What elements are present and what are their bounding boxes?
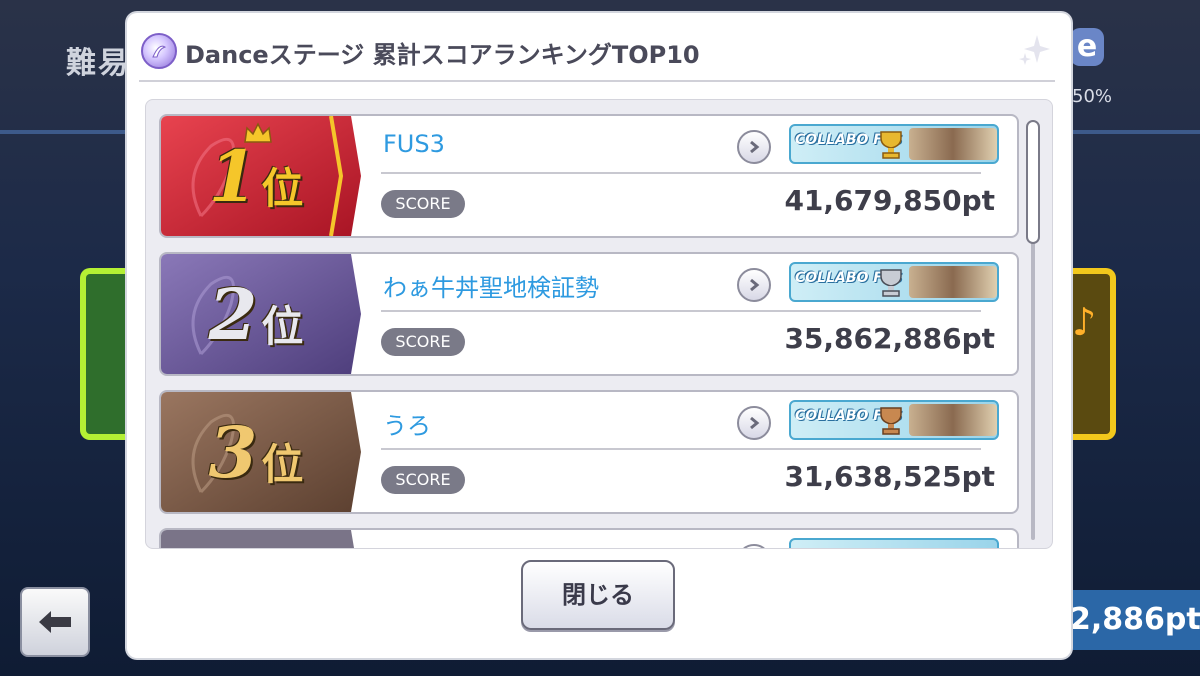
close-button[interactable]: 閉じる	[521, 560, 675, 630]
rank-label: 2位	[161, 254, 351, 374]
rank-suffix: 位	[261, 439, 304, 489]
player-detail-button[interactable]	[737, 544, 771, 548]
ranking-row[interactable]: 3位 うろ COLLABO FES SCORE 31,638,525pt	[159, 390, 1019, 514]
crown-icon	[244, 122, 272, 143]
rank-badge: 3位	[161, 392, 371, 512]
back-arrow-icon	[39, 611, 71, 633]
ranking-dialog: Danceステージ 累計スコアランキングTOP10 1位 FUS3 COLLAB…	[127, 13, 1071, 658]
score-tag: SCORE	[381, 466, 465, 494]
sparkle-icon	[1017, 33, 1051, 71]
chevron-right-icon	[750, 140, 760, 154]
chevron-right-icon	[750, 416, 760, 430]
chevron-right-icon	[750, 278, 760, 292]
score-tag: SCORE	[381, 328, 465, 356]
row-divider	[381, 448, 981, 450]
row-divider	[381, 310, 981, 312]
dialog-header: Danceステージ 累計スコアランキングTOP10	[127, 13, 1071, 82]
fes-character-art	[909, 128, 997, 160]
score-tag: SCORE	[381, 190, 465, 218]
rank-number: 2	[208, 272, 258, 356]
rank-suffix: 位	[261, 301, 304, 351]
player-name: うろ	[383, 412, 431, 440]
collabo-fes-badge: COLLABO FES	[789, 262, 999, 302]
player-name: わぁ牛丼聖地検証勢	[383, 274, 599, 302]
player-name: FUS3	[383, 130, 445, 158]
fes-character-art	[909, 266, 997, 298]
player-detail-button[interactable]	[737, 268, 771, 302]
ranking-row[interactable]: 2位 わぁ牛丼聖地検証勢 COLLABO FES SCORE 35,862,88…	[159, 252, 1019, 376]
background-title: 難易	[66, 46, 130, 81]
dialog-title: Danceステージ 累計スコアランキングTOP10	[185, 41, 700, 69]
header-divider	[139, 80, 1055, 82]
rank-label: 3位	[161, 392, 351, 512]
ranking-row-partial[interactable]	[159, 528, 1019, 548]
collabo-fes-badge	[789, 538, 999, 548]
player-detail-button[interactable]	[737, 406, 771, 440]
dance-stage-icon	[141, 33, 177, 69]
trophy-icon	[880, 407, 902, 435]
rank-number: 1	[208, 134, 258, 218]
fes-character-art	[909, 404, 997, 436]
score-value: 35,862,886pt	[784, 322, 995, 355]
scrollbar[interactable]	[1026, 120, 1040, 540]
trophy-icon	[880, 269, 902, 297]
rank-badge	[161, 530, 371, 548]
rank-suffix: 位	[261, 163, 304, 213]
ranking-list[interactable]: 1位 FUS3 COLLABO FES SCORE 41,679,850pt 2…	[145, 99, 1053, 549]
rank-badge: 1位	[161, 116, 371, 236]
row-divider	[381, 172, 981, 174]
rank-badge: 2位	[161, 254, 371, 374]
rank-number: 3	[208, 410, 258, 494]
collabo-fes-badge: COLLABO FES	[789, 400, 999, 440]
music-note-icon: ♪	[1072, 300, 1097, 344]
collabo-fes-badge: COLLABO FES	[789, 124, 999, 164]
back-button[interactable]	[20, 587, 90, 657]
score-value: 31,638,525pt	[784, 460, 995, 493]
background-score: 2,886pt	[1064, 590, 1200, 650]
score-value: 41,679,850pt	[784, 184, 995, 217]
ranking-row[interactable]: 1位 FUS3 COLLABO FES SCORE 41,679,850pt	[159, 114, 1019, 238]
background-percent: 50%	[1072, 86, 1113, 107]
background-yellow-button	[1068, 268, 1116, 440]
scroll-thumb[interactable]	[1026, 120, 1040, 244]
player-detail-button[interactable]	[737, 130, 771, 164]
background-rank-badge: e	[1070, 28, 1104, 66]
trophy-icon	[880, 131, 902, 159]
